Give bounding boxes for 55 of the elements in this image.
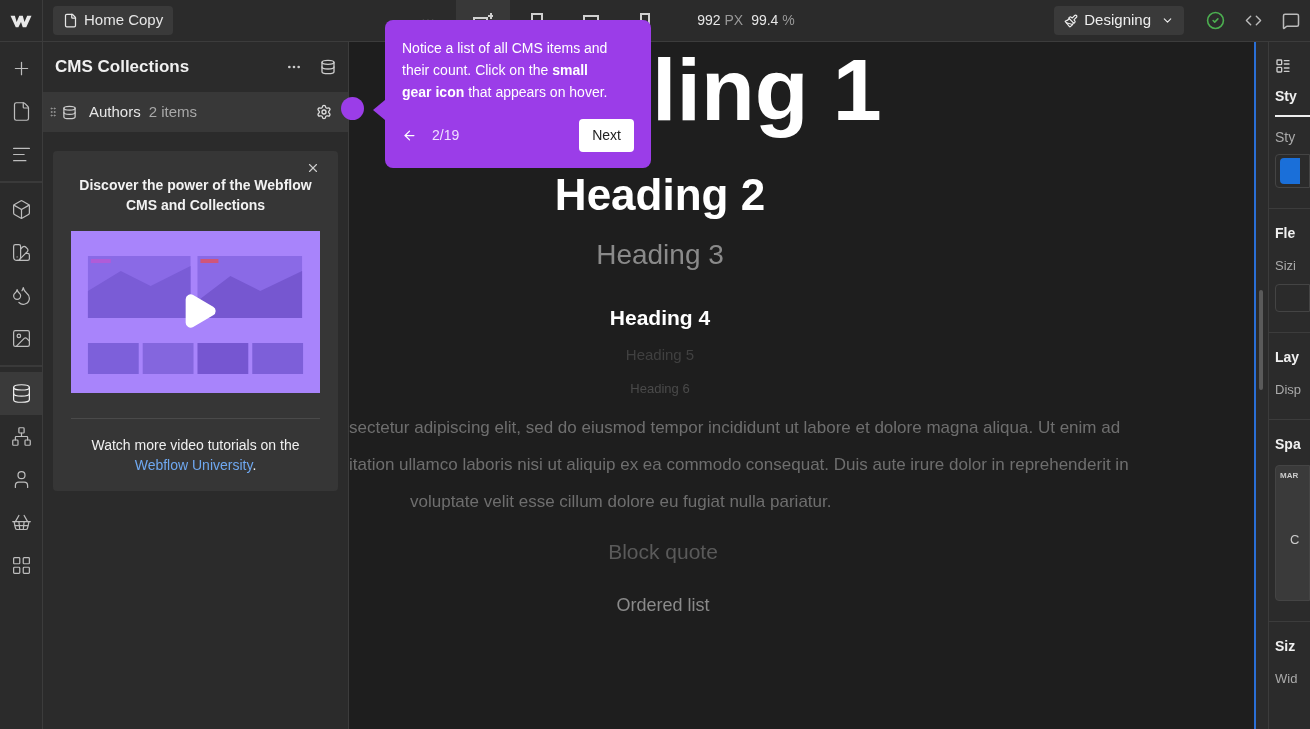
page-button[interactable]: Home Copy [53,6,174,35]
field-label: Wid [1275,670,1298,688]
next-button[interactable]: Next [579,119,634,152]
tooltip-text: Notice a list of all CMS items and their count. Click on the small gear icon that appears on hover. [402,39,609,102]
apps-icon [10,555,32,576]
zoom-readout: 99.4 % [751,11,795,30]
database-icon [62,104,77,120]
list-icon[interactable] [1275,58,1291,74]
check-icon[interactable] [1206,11,1225,30]
database-icon [10,383,32,404]
database-icon[interactable] [320,59,336,75]
basket-icon [10,512,32,533]
collection-row[interactable]: Authors 2 items [43,92,348,132]
step-counter: 2/19 [432,126,460,145]
comment-icon[interactable] [1282,11,1300,30]
settings-icon[interactable] [316,104,332,120]
section-title[interactable]: Fle [1275,223,1296,244]
promo-title: Discover the power of the Webflow CMS and Collections [78,176,313,215]
section-title[interactable]: Siz [1275,636,1296,657]
field-label: Sizi [1275,257,1296,275]
paragraph-line: voluptate velit esse cillum dolore eu fugiat nulla pariatur. [410,491,832,513]
section-title[interactable]: Spa [1275,434,1301,455]
heading-2: Heading 2 [554,173,766,217]
width-readout: 992 PX [697,11,744,30]
item-count: 2 items [148,101,198,122]
paragraph-line: sectetur adipiscing elit, sed do eiusmod tempor incididunt ut labore et dolore magna aliqua. Ut enim ad [349,417,1121,439]
mode-dropdown[interactable]: Designing [1054,6,1184,35]
droplets-icon [10,285,32,306]
heading-3: Heading 3 [596,241,724,269]
swatch-icon [10,242,32,263]
section-title[interactable]: Lay [1275,346,1300,368]
brush-icon [1064,13,1079,28]
selector-label: Sty [1275,128,1297,147]
page-icon [63,13,78,28]
spacing-value[interactable]: C [1290,530,1300,550]
input-field[interactable] [1275,283,1310,312]
cube-icon [10,199,32,220]
drag-handle-icon[interactable] [47,106,59,118]
paragraph-line: itation ullamco laboris nisi ut aliquip ex ea commodo consequat. Duis aute irure dolor in reprehenderit in [349,454,1129,476]
block-quote: Block quote [608,539,718,565]
promo-text: Watch more video tutorials on the Webflow University. [90,436,301,475]
margin-label: MAR [1280,470,1299,482]
style-tab[interactable]: Sty [1275,86,1310,117]
selector-field[interactable] [1275,154,1310,188]
panel-title: CMS Collections [55,56,190,79]
field-label: Disp [1275,380,1301,399]
image-icon [10,328,32,349]
heading-1: ling 1 [652,42,882,141]
heading-4: Heading 4 [609,307,711,328]
collection-name: Authors [89,101,141,122]
ordered-list: Ordered list [616,591,710,619]
flow-icon [10,426,32,447]
logo-icon[interactable] [10,13,32,28]
close-icon[interactable] [306,161,320,175]
scrollbar[interactable] [1259,290,1263,390]
